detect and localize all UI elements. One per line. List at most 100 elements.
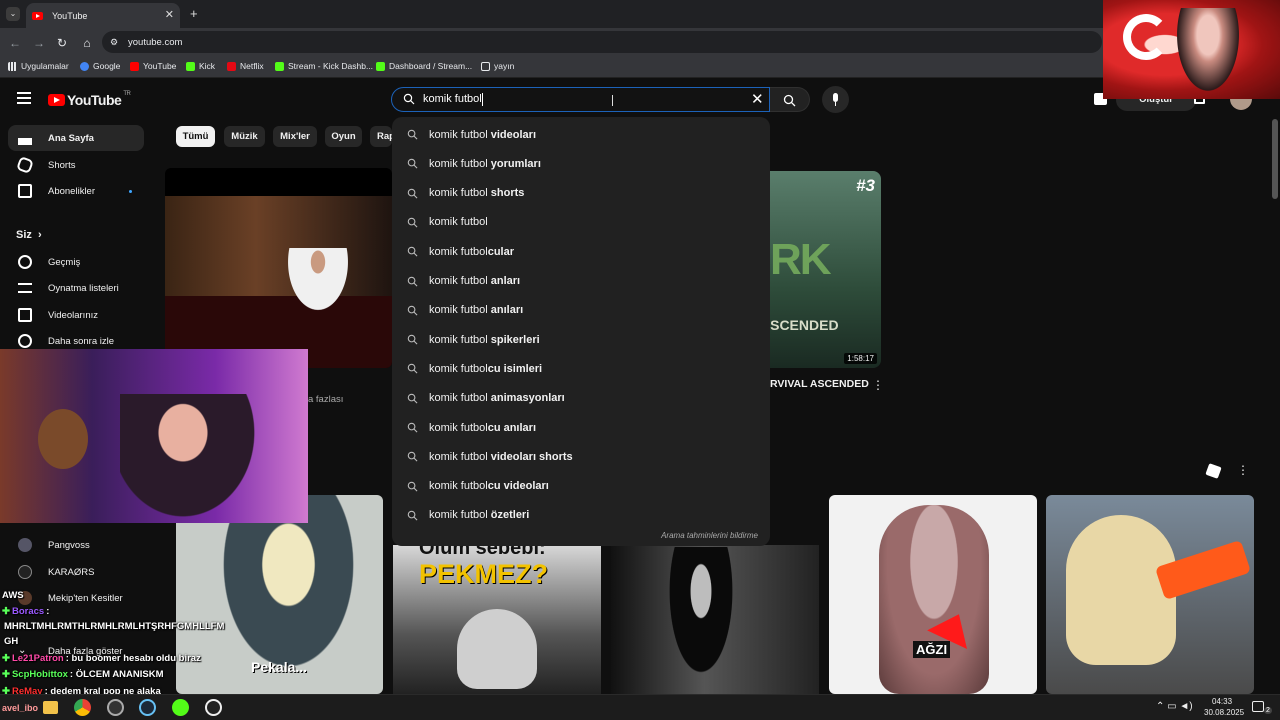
sidebar-sub-pangvoss[interactable]: Pangvoss [8,532,144,558]
sidebar-item-history[interactable]: Geçmiş [8,249,144,275]
search-suggestion-item[interactable]: komik futbol anları [392,267,770,296]
search-suggestion-item[interactable]: komik futbol anıları [392,296,770,325]
video-thumbnail-1[interactable] [165,168,392,368]
search-suggestion-item[interactable]: komik futbol özetleri [392,501,770,530]
you-section-heading[interactable]: Siz › [16,229,42,241]
search-icon [407,246,418,257]
sidebar-item-home[interactable]: Ana Sayfa [8,125,144,151]
reload-icon[interactable]: ↻ [55,36,69,50]
search-suggestion-item[interactable]: komik futbol videoları shorts [392,442,770,471]
site-info-icon[interactable]: ⚙ [110,37,118,48]
suggestion-typed-text: komik futbol [429,216,488,229]
episode-badge: #3 [856,176,875,195]
omnibox[interactable] [102,31,1102,53]
bookmark-label: Uygulamalar [21,61,69,71]
chat-text: MHRLTMHLRMTHLRMHLRMLHTŞRHFGMHLLFM [4,621,225,632]
url-text[interactable]: youtube.com [128,37,182,48]
streamer-webcam [0,349,308,523]
short-thumbnail-5[interactable] [1046,495,1254,694]
chrome-icon[interactable] [74,699,91,716]
short-thumbnail-1[interactable]: Pekala... [176,495,383,694]
voice-search-button[interactable] [822,86,849,113]
search-suggestion-item[interactable]: komik futbol animasyonları [392,384,770,413]
chat-message: ✚ ScpHobittox: ÖLCEM ANANISKM [2,669,164,680]
bookmark-dashboard-stream[interactable]: Dashboard / Stream... [376,61,472,71]
bookmark-youtube[interactable]: YouTube [130,61,176,71]
search-suggestion-item[interactable]: komik futbol videoları [392,120,770,149]
bookmark-apps[interactable]: Uygulamalar [8,61,69,71]
back-icon[interactable]: ← [8,36,22,50]
sidebar-item-playlists[interactable]: Oynatma listeleri [8,275,144,301]
short-thumbnail-4[interactable]: AĞZI [829,495,1037,694]
search-suggestion-item[interactable]: komik futbol cular [392,237,770,266]
search-input-value[interactable]: komik futbol [423,93,482,105]
tab-youtube[interactable]: YouTube ✕ [26,3,180,28]
chip-mixes[interactable]: Mix'ler [273,126,317,147]
suggestion-completion-text: anıları [487,304,524,317]
chip-all[interactable]: Tümü [176,126,215,147]
suggestion-typed-text: komik futbol [429,157,488,170]
forward-icon[interactable]: → [32,36,46,50]
search-suggestion-item[interactable]: komik futbol cu anıları [392,413,770,442]
chat-badge-icon: ✚ [2,653,10,664]
page-scrollbar[interactable] [1272,119,1278,199]
short-thumbnail-2[interactable]: Ölüm sebebi: PEKMEZ? [393,545,601,694]
app-icon[interactable] [205,699,222,716]
bookmark-netflix[interactable]: Netflix [227,61,264,71]
address-bar-row: ← → ↻ ⌂ ⚙ [0,28,1280,56]
sidebar-item-shorts[interactable]: Shorts [8,152,144,178]
chat-message: ✚ Le21Patron: bu boomer hesabı oldu biraz [2,653,201,664]
search-button[interactable] [770,87,810,112]
shorts-menu-icon[interactable]: ⋮ [1237,463,1249,477]
sidebar-item-subscriptions[interactable]: Abonelikler [8,178,144,204]
bookmark-google[interactable]: Google [80,61,120,71]
new-tab-button[interactable]: + [190,6,198,21]
clear-search-icon[interactable]: ✕ [751,90,764,108]
search-suggestion-item[interactable]: komik futbol yorumları [392,149,770,178]
video-more-options-icon[interactable]: ⋮ [872,378,884,392]
video-thumbnail-3[interactable]: #3 RK ASCENDED 1:58:17 [768,171,881,368]
home-icon[interactable]: ⌂ [80,36,94,50]
search-suggestion-item[interactable]: komik futbol cu videoları [392,472,770,501]
kick-icon[interactable] [172,699,189,716]
clock-date[interactable]: 30.08.2025 [1204,708,1244,717]
search-suggestion-item[interactable]: komik futbol cu isimleri [392,354,770,383]
report-predictions-link[interactable]: Arama tahminlerini bildirme [661,531,758,540]
clock-time[interactable]: 04:33 [1212,697,1232,706]
youtube-logo[interactable]: YouTube TR [48,91,131,108]
close-tab-icon[interactable]: ✕ [165,8,174,21]
search-suggestion-item[interactable]: komik futbol shorts [392,179,770,208]
streamer-flag-overlay [1103,0,1280,99]
chip-music[interactable]: Müzik [224,126,265,147]
bookmark-kick[interactable]: Kick [186,61,215,71]
chat-username: ScpHobittox [11,669,68,680]
tab-list-button[interactable]: ⌄ [6,7,20,21]
obs-icon[interactable] [107,699,124,716]
guide-menu-icon[interactable] [17,92,31,104]
steam-icon[interactable] [139,699,156,716]
you-heading-label: Siz [16,229,32,241]
video-duration: 1:58:17 [844,353,877,364]
video-title-3[interactable]: RVIVAL ASCENDED [770,378,869,390]
bookmark-label: Netflix [240,61,264,71]
chat-text: : ÖLCEM ANANISKM [69,669,164,680]
sidebar-item-your-videos[interactable]: Videolarınız [8,302,144,328]
search-icon [407,481,418,492]
notification-center-icon[interactable] [1252,701,1264,712]
video-more-text: a fazlası [308,394,344,405]
sidebar-sub-karaors[interactable]: KARAØRS [8,559,144,585]
short-thumbnail-3[interactable] [611,545,819,694]
search-suggestion-item[interactable]: komik futbol spikerleri [392,325,770,354]
bookmark-folder-yayin[interactable]: yayın [481,61,514,71]
shorts-icon [16,156,34,174]
chip-gaming[interactable]: Oyun [325,126,362,147]
tray-icons[interactable]: ⌃ ▭ ◄) [1156,701,1193,712]
suggestion-completion-text: videoları shorts [487,450,573,463]
file-explorer-icon[interactable] [43,701,58,714]
bookmark-kick-dashboard[interactable]: Stream - Kick Dashb... [275,61,373,71]
chip-rap[interactable]: Rap [370,126,392,147]
suggestion-typed-text: komik futbol [429,480,488,493]
search-suggestion-item[interactable]: komik futbol [392,208,770,237]
suggestion-completion-text: spikerleri [487,333,540,346]
suggestion-completion-text: özetleri [487,509,530,522]
